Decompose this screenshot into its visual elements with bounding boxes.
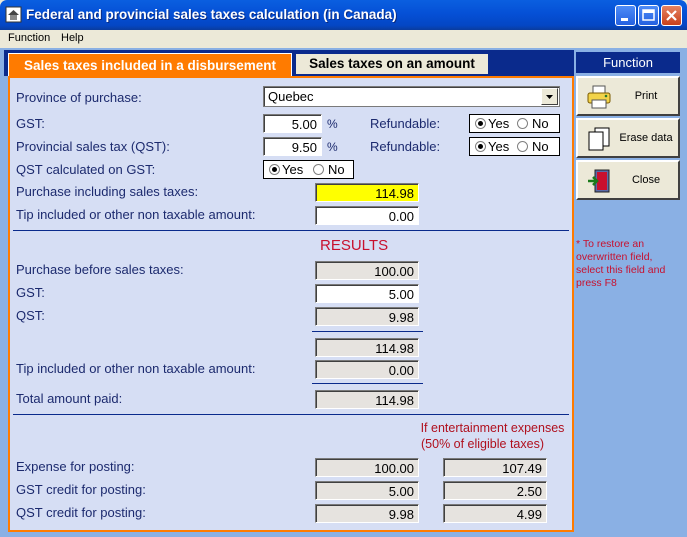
qst-on-gst-no-label: No [328, 162, 345, 177]
window-title: Federal and provincial sales taxes calcu… [26, 7, 397, 22]
minimize-icon [621, 18, 628, 21]
maximize-icon [642, 9, 655, 21]
erase-data-label: Erase data [619, 132, 673, 144]
pst-refundable-yes-radio[interactable] [475, 141, 486, 152]
qst-result-label: QST: [16, 308, 45, 323]
gst-result-label: GST: [16, 285, 45, 300]
tip-result-label: Tip included or other non taxable amount… [16, 361, 256, 376]
gst-rate-input[interactable]: 5.00 [263, 114, 322, 133]
before-taxes-label: Purchase before sales taxes: [16, 262, 184, 277]
menu-function[interactable]: Function [8, 32, 50, 44]
restore-field-note: * To restore an overwritten field, selec… [576, 238, 666, 289]
expense-posting-value: 100.00 [315, 458, 419, 477]
gst-result-input[interactable]: 5.00 [315, 284, 419, 303]
pst-percent-unit: % [327, 140, 338, 154]
pst-refundable-no-radio[interactable] [517, 141, 528, 152]
title-bar: Federal and provincial sales taxes calcu… [0, 0, 687, 30]
qst-on-gst-yes-label: Yes [282, 162, 304, 177]
results-title: RESULTS [320, 237, 389, 254]
print-label: Print [634, 90, 658, 102]
tab-disbursement[interactable]: Sales taxes included in a disbursement [8, 53, 292, 76]
province-select[interactable]: Quebec [263, 86, 560, 107]
before-taxes-value: 100.00 [315, 261, 419, 280]
qst-credit-label: QST credit for posting: [16, 505, 146, 520]
close-window-button[interactable] [661, 5, 682, 26]
gst-refundable-no-radio[interactable] [517, 118, 528, 129]
gst-rate-label: GST: [16, 116, 45, 131]
gst-credit-label: GST credit for posting: [16, 482, 146, 497]
pages-icon [588, 127, 610, 151]
qst-credit-value: 9.98 [315, 504, 419, 523]
total-paid-label: Total amount paid: [16, 391, 123, 406]
gst-credit-value: 5.00 [315, 481, 419, 500]
chevron-down-icon [546, 95, 553, 99]
expense-posting-label: Expense for posting: [16, 459, 135, 474]
tab-amount[interactable]: Sales taxes on an amount [296, 54, 488, 74]
menu-help[interactable]: Help [61, 32, 84, 44]
tip-label: Tip included or other non taxable amount… [16, 207, 256, 222]
section-divider-2 [13, 414, 569, 415]
app-icon[interactable] [5, 6, 22, 23]
exit-door-icon [588, 169, 610, 193]
pst-rate-label: Provincial sales tax (QST): [16, 139, 170, 154]
qst-credit-ent-value: 4.99 [443, 504, 547, 523]
menu-bar: Function Help [0, 30, 687, 48]
qst-result-value: 9.98 [315, 307, 419, 326]
qst-on-gst-label: QST calculated on GST: [16, 162, 156, 177]
qst-on-gst-yes-radio[interactable] [269, 164, 280, 175]
close-label: Close [631, 174, 661, 186]
maximize-button[interactable] [638, 5, 659, 26]
qst-on-gst-no-radio[interactable] [313, 164, 324, 175]
function-header: Function [576, 52, 680, 73]
pst-refundable-yes-label: Yes [488, 139, 510, 154]
pst-rate-input[interactable]: 9.50 [263, 137, 322, 156]
section-divider [13, 230, 569, 231]
tip-result-value: 0.00 [315, 360, 419, 379]
qst-on-gst-group: Yes No [263, 160, 354, 179]
printer-icon [587, 85, 611, 109]
purchase-incl-input[interactable]: 114.98 [315, 183, 419, 202]
minimize-button[interactable] [615, 5, 636, 26]
pst-refundable-label: Refundable: [370, 139, 441, 154]
pst-refundable-group: Yes No [469, 137, 560, 156]
gst-refundable-group: Yes No [469, 114, 560, 133]
expense-posting-ent-value: 107.49 [443, 458, 547, 477]
gst-refundable-no-label: No [532, 116, 549, 131]
purchase-incl-label: Purchase including sales taxes: [16, 184, 199, 199]
tip-input[interactable]: 0.00 [315, 206, 419, 225]
print-button[interactable]: Print [576, 76, 680, 116]
gst-credit-ent-value: 2.50 [443, 481, 547, 500]
pst-refundable-no-label: No [532, 139, 549, 154]
province-label: Province of purchase: [16, 90, 142, 105]
province-value: Quebec [268, 89, 314, 104]
erase-data-button[interactable]: Erase data [576, 118, 680, 158]
subtotal-value: 114.98 [315, 338, 419, 357]
gst-refundable-label: Refundable: [370, 116, 441, 131]
gst-refundable-yes-label: Yes [488, 116, 510, 131]
gst-percent-unit: % [327, 117, 338, 131]
gst-refundable-yes-radio[interactable] [475, 118, 486, 129]
subtotal-line [312, 331, 423, 332]
dropdown-arrow-button[interactable] [541, 88, 558, 105]
entertainment-subheading: (50% of eligible taxes) [421, 437, 544, 451]
total-line [312, 383, 423, 384]
close-button[interactable]: Close [576, 160, 680, 200]
close-icon [666, 10, 677, 21]
total-paid-value: 114.98 [315, 390, 419, 409]
entertainment-heading: If entertainment expenses [420, 421, 565, 435]
